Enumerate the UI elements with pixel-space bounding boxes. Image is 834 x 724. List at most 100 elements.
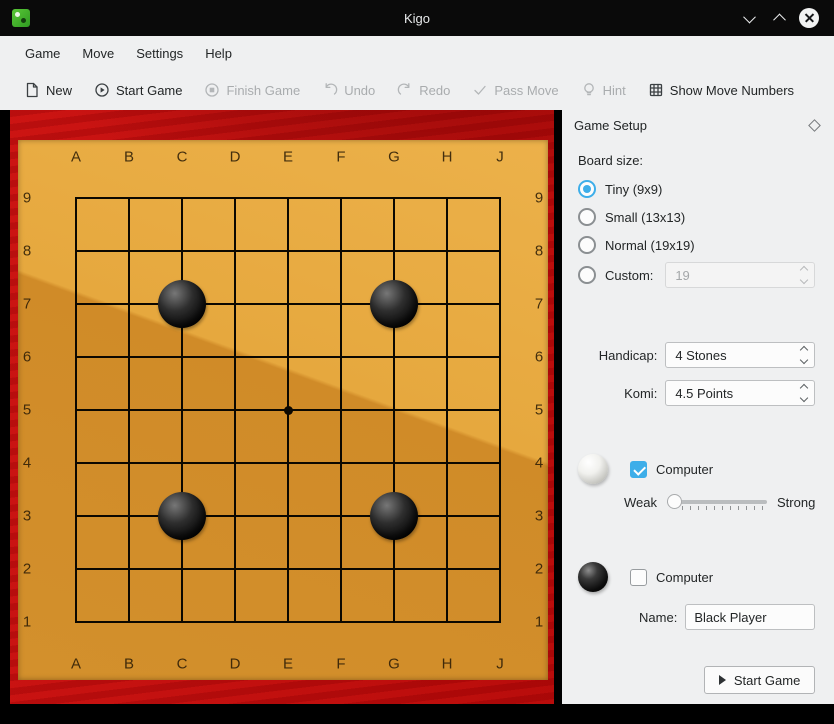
toolbar-undo-button[interactable]: Undo [314,77,383,103]
row-label: 4 [535,455,543,472]
row-label: 9 [535,190,543,207]
handicap-select[interactable]: 4 Stones [665,342,815,368]
handicap-label: Handicap: [599,348,658,363]
radio-small-13x13[interactable]: Small (13x13) [578,206,815,228]
column-label: E [283,149,293,166]
toolbar-start-game-button[interactable]: Start Game [86,77,190,103]
black-stone-icon [578,562,608,592]
lightbulb-icon [581,82,597,98]
stone-black [158,280,206,328]
panel-header: Game Setup [562,110,834,141]
column-label: H [442,656,453,673]
column-label: A [71,656,81,673]
row-label: 8 [535,243,543,260]
column-label: J [496,149,504,166]
name-label: Name: [639,610,677,625]
column-label: G [388,149,400,166]
chevron-down-icon [743,10,756,23]
strong-label: Strong [777,495,815,510]
menu-move[interactable]: Move [71,41,125,66]
redo-arrow-icon [397,82,413,98]
column-label: G [388,656,400,673]
white-computer-checkbox[interactable]: Computer [630,461,713,478]
radio-custom-size[interactable]: Custom: 19 [578,262,815,288]
spinbox-arrows-icon [801,385,807,401]
weak-label: Weak [624,495,657,510]
radio-normal-19x19[interactable]: Normal (19x19) [578,234,815,256]
radio-icon [578,236,596,254]
close-icon [799,8,819,28]
column-label: B [124,656,134,673]
stone-black [158,492,206,540]
star-point [284,406,293,415]
row-label: 1 [535,614,543,631]
column-label: F [336,656,345,673]
row-label: 3 [535,508,543,525]
close-button[interactable] [798,7,820,29]
chevron-up-icon [773,13,786,26]
black-computer-checkbox[interactable]: Computer [630,569,713,586]
spinbox-arrows-icon [801,267,807,283]
row-label: 2 [535,561,543,578]
play-icon [719,675,726,685]
black-player-row: Computer [578,560,815,594]
column-label: J [496,656,504,673]
minimize-button[interactable] [738,7,760,29]
menu-game[interactable]: Game [14,41,71,66]
row-label: 5 [535,402,543,419]
row-label: 8 [23,243,31,260]
toolbar-show-move-numbers-button[interactable]: Show Move Numbers [640,77,802,103]
new-document-icon [24,82,40,98]
row-label: 4 [23,455,31,472]
checkmark-icon [472,82,488,98]
titlebar: Kigo [0,0,834,36]
radio-icon [578,208,596,226]
menu-settings[interactable]: Settings [125,41,194,66]
radio-tiny-9x9[interactable]: Tiny (9x9) [578,178,815,200]
white-strength-row: Weak Strong [624,492,815,512]
stone-black [370,280,418,328]
play-circle-icon [94,82,110,98]
start-game-button[interactable]: Start Game [704,666,815,694]
dock-float-icon[interactable] [808,119,821,132]
row-label: 6 [535,349,543,366]
white-stone-icon [578,454,608,484]
kigo-window: Kigo Game Move Settings Help New Start G… [0,0,834,724]
column-label: H [442,149,453,166]
window-title: Kigo [0,11,834,26]
stop-circle-icon [204,82,220,98]
spinbox-arrows-icon [801,347,807,363]
slider-track [667,500,767,504]
board-grid-icon [648,82,664,98]
slider-handle[interactable] [667,494,682,509]
komi-label: Komi: [624,386,657,401]
strength-slider[interactable] [667,493,767,511]
column-label: C [177,149,188,166]
checkbox-unchecked-icon [630,569,647,586]
go-board[interactable]: AABBCCDDEEFFGGHHJJ998877665544332211 [18,140,548,680]
board-size-label: Board size: [578,153,815,168]
custom-size-spinbox[interactable]: 19 [665,262,815,288]
komi-select[interactable]: 4.5 Points [665,380,815,406]
panel-title: Game Setup [574,118,647,133]
row-label: 3 [23,508,31,525]
maximize-button[interactable] [768,7,790,29]
black-player-name-input[interactable] [685,604,815,630]
stone-black [370,492,418,540]
toolbar-finish-game-button[interactable]: Finish Game [196,77,308,103]
checkbox-checked-icon [630,461,647,478]
column-label: D [230,656,241,673]
toolbar-new-button[interactable]: New [16,77,80,103]
toolbar: New Start Game Finish Game Undo Redo Pas… [0,70,834,110]
column-label: F [336,149,345,166]
board-background: AABBCCDDEEFFGGHHJJ998877665544332211 [10,110,554,704]
row-label: 6 [23,349,31,366]
toolbar-redo-button[interactable]: Redo [389,77,458,103]
undo-arrow-icon [322,82,338,98]
toolbar-pass-move-button[interactable]: Pass Move [464,77,566,103]
toolbar-hint-button[interactable]: Hint [573,77,634,103]
white-player-row: Computer [578,452,815,486]
menu-help[interactable]: Help [194,41,243,66]
column-label: C [177,656,188,673]
column-label: A [71,149,81,166]
